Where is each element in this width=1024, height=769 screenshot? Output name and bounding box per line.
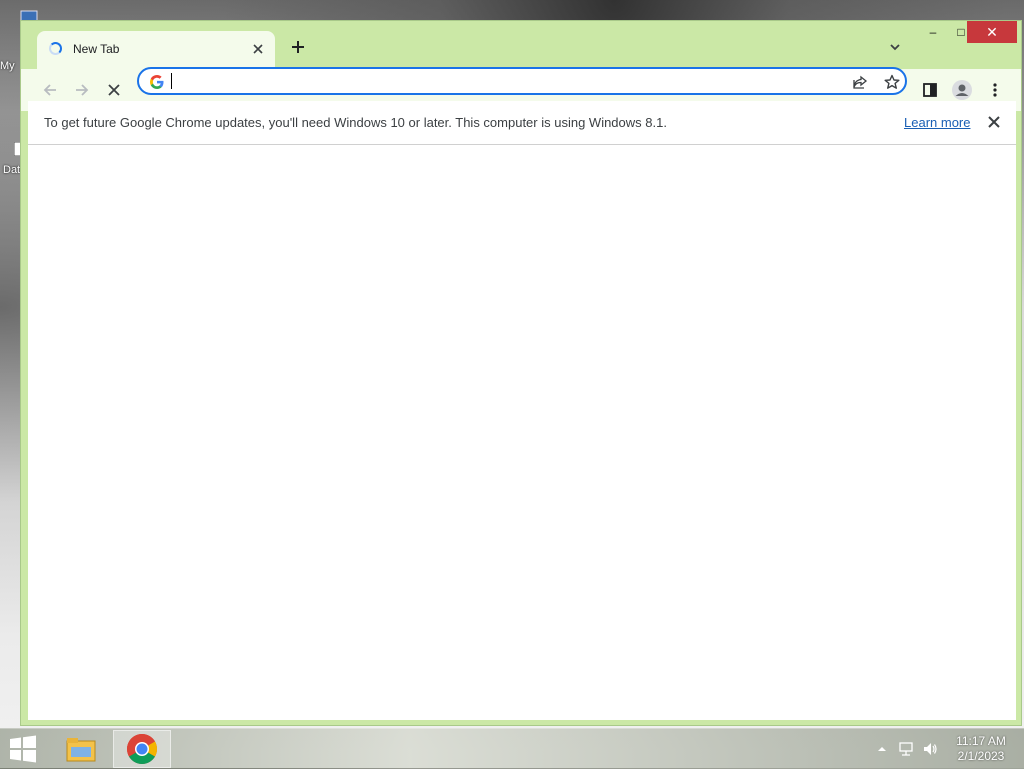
desktop-icon-label[interactable]: Dat bbox=[3, 164, 20, 176]
tab-close-icon[interactable] bbox=[249, 40, 267, 58]
chevron-up-icon bbox=[878, 747, 886, 751]
more-vertical-icon bbox=[993, 83, 997, 97]
update-infobar: To get future Google Chrome updates, you… bbox=[28, 101, 1016, 145]
taskbar: 11:17 AM 2/1/2023 bbox=[0, 728, 1024, 769]
profile-button[interactable] bbox=[950, 78, 974, 102]
stop-button[interactable] bbox=[102, 78, 126, 102]
close-icon bbox=[108, 84, 120, 96]
address-bar[interactable] bbox=[137, 67, 907, 95]
close-icon bbox=[988, 116, 1000, 128]
chevron-down-icon bbox=[890, 44, 900, 51]
network-icon[interactable] bbox=[898, 741, 914, 757]
chrome-window: New Tab – □ ✕ To get future Google Chrom… bbox=[20, 20, 1022, 726]
arrow-right-icon bbox=[76, 84, 89, 96]
folder-icon bbox=[66, 738, 96, 762]
menu-button[interactable] bbox=[983, 78, 1007, 102]
back-button[interactable] bbox=[38, 78, 62, 102]
system-clock[interactable]: 11:17 AM 2/1/2023 bbox=[944, 734, 1018, 764]
url-input[interactable] bbox=[171, 72, 821, 90]
volume-icon[interactable] bbox=[922, 741, 938, 757]
desktop-icon-label[interactable]: My bbox=[0, 60, 15, 72]
new-tab-button[interactable] bbox=[287, 37, 309, 59]
start-button[interactable] bbox=[8, 735, 38, 763]
share-icon[interactable] bbox=[851, 73, 869, 91]
taskbar-chrome[interactable] bbox=[113, 730, 171, 768]
learn-more-link[interactable]: Learn more bbox=[904, 115, 970, 130]
clock-date: 2/1/2023 bbox=[957, 749, 1005, 763]
infobar-close-button[interactable] bbox=[984, 112, 1004, 132]
forward-button[interactable] bbox=[70, 78, 94, 102]
title-bar[interactable]: New Tab – □ ✕ bbox=[21, 21, 1021, 69]
avatar-icon bbox=[952, 80, 972, 100]
loading-spinner-icon bbox=[49, 42, 62, 55]
text-caret bbox=[171, 73, 172, 89]
taskbar-file-explorer[interactable] bbox=[52, 730, 110, 768]
plus-icon bbox=[292, 41, 304, 53]
tab-new-tab[interactable]: New Tab bbox=[37, 31, 275, 69]
page-content[interactable] bbox=[28, 145, 1016, 720]
infobar-message: To get future Google Chrome updates, you… bbox=[44, 115, 667, 130]
chrome-icon bbox=[126, 734, 158, 765]
windows-logo-icon bbox=[10, 735, 36, 763]
clock-time: 11:17 AM bbox=[956, 734, 1006, 748]
bookmark-star-icon[interactable] bbox=[883, 73, 901, 91]
google-icon bbox=[150, 75, 164, 89]
tab-search-button[interactable] bbox=[885, 37, 905, 57]
tab-title: New Tab bbox=[73, 42, 120, 56]
show-hidden-icons-button[interactable] bbox=[874, 741, 890, 757]
side-panel-button[interactable] bbox=[918, 78, 942, 102]
side-panel-icon bbox=[923, 83, 937, 97]
arrow-left-icon bbox=[43, 84, 56, 96]
close-window-button[interactable]: ✕ bbox=[967, 21, 1017, 43]
